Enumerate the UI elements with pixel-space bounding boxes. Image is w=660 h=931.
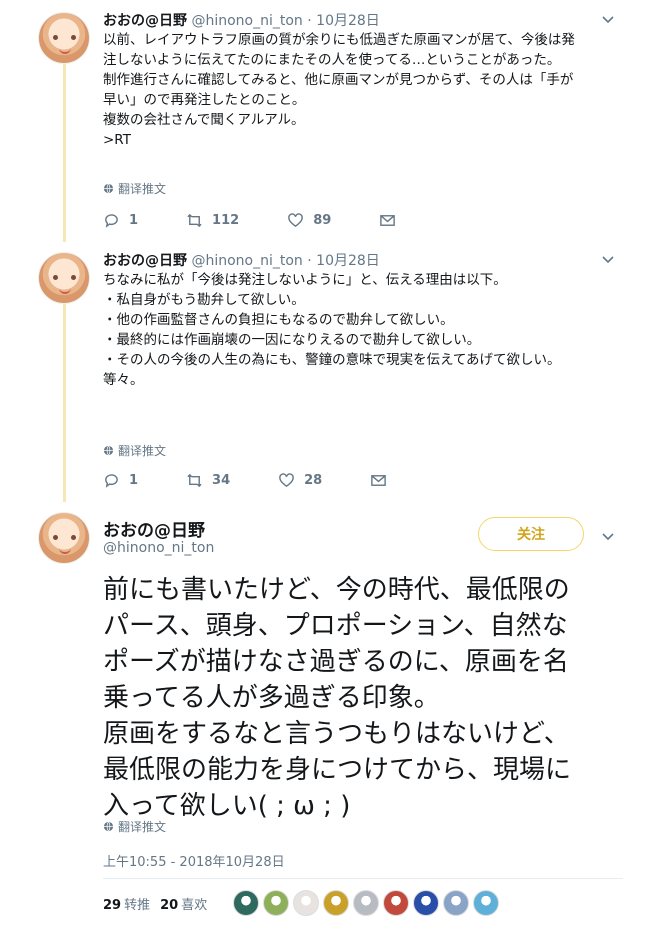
tweet-header: おおの@日野 @hinono_ni_ton · 10月28日 <box>103 10 380 30</box>
translate-link[interactable]: 翻译推文 <box>103 180 166 197</box>
retweet-stat-label: 转推 <box>124 898 151 913</box>
text-line: 最低限の能力を身につけてから、現場に <box>103 755 572 785</box>
retweet-stat[interactable]: 29 转推 <box>103 894 150 913</box>
liker-avatar[interactable] <box>263 890 289 916</box>
translate-link[interactable]: 翻译推文 <box>103 442 166 459</box>
engagement-stats: 29 转推 20 喜欢 <box>103 894 207 913</box>
liker-avatar[interactable] <box>473 890 499 916</box>
text-line: ・最終的には作画崩壊の一因になりえるので勘弁して欲しい。 <box>103 332 481 348</box>
text-line: 原画をするなと言うつもりはないけど、 <box>103 719 570 749</box>
translate-label: 翻译推文 <box>118 444 167 458</box>
retweet-icon <box>187 213 202 228</box>
text-line: ちなみに私が「今後は発注しないように」と、伝える理由は以下。 <box>103 272 507 288</box>
author-name[interactable]: おおの@日野 <box>103 253 187 269</box>
liker-avatar[interactable] <box>353 890 379 916</box>
text-line: 制作進行さんに確認してみると、他に原画マンが見つからず、その人は「手が <box>103 72 574 88</box>
author-handle[interactable]: @hinono_ni_ton <box>191 13 302 29</box>
text-line: ・その人の今後の人生の為にも、警鐘の意味で現実を伝えてあげて欲しい。 <box>103 352 561 368</box>
text-line: 入って欲しい( ; ω ; ) <box>103 791 351 821</box>
text-line: ポーズが描けなさ過ぎるのに、原画を名 <box>103 647 569 677</box>
text-line: 前にも書いたけど、今の時代、最低限の <box>103 575 570 605</box>
globe-icon <box>103 183 114 194</box>
text-line: 複数の会社さんで聞くアルアル。 <box>103 112 305 128</box>
author-name[interactable]: おおの@日野 <box>103 516 205 541</box>
text-line: 乗ってる人が多過ぎる印象。 <box>103 683 440 713</box>
reply-icon <box>105 214 118 228</box>
translate-label: 翻译推文 <box>118 182 167 196</box>
text-line: 早い」ので再発注したとのこと。 <box>103 92 306 108</box>
translate-label: 翻译推文 <box>118 820 167 834</box>
retweet-icon <box>187 473 202 488</box>
text-line: >RT <box>103 132 131 148</box>
divider <box>103 878 623 879</box>
like-count: 89 <box>313 213 332 228</box>
chevron-down-icon[interactable] <box>600 12 616 26</box>
message-button[interactable] <box>379 212 396 229</box>
text-line: 注しないように伝えてたのにまたその人を使ってる…ということがあった。 <box>103 52 561 68</box>
liker-avatar[interactable] <box>323 890 349 916</box>
reply-count: 1 <box>129 473 139 488</box>
retweet-total: 29 <box>103 898 122 913</box>
author-name[interactable]: おおの@日野 <box>103 13 187 29</box>
author-handle[interactable]: @hinono_ni_ton <box>103 540 214 556</box>
reply-button[interactable]: 1 <box>103 212 138 229</box>
retweet-button[interactable]: 112 <box>186 212 239 229</box>
avatar[interactable] <box>38 512 90 564</box>
retweet-count: 34 <box>212 473 231 488</box>
heart-icon <box>279 473 294 488</box>
reply-icon <box>105 474 118 488</box>
chevron-down-icon[interactable] <box>600 529 616 543</box>
tweet-actions: 1 112 89 <box>103 212 396 229</box>
separator: · <box>307 253 312 269</box>
text-line: 以前、レイアウトラフ原画の質が余りにも低過ぎた原画マンが居て、今後は発 <box>103 32 575 48</box>
tweet-1[interactable]: おおの@日野 @hinono_ni_ton · 10月28日 以前、レイアウトラ… <box>0 10 660 240</box>
tweet-text: 以前、レイアウトラフ原画の質が余りにも低過ぎた原画マンが居て、今後は発 注しない… <box>103 30 603 150</box>
tweet-header: おおの@日野 @hinono_ni_ton · 10月28日 <box>103 250 380 270</box>
reply-count: 1 <box>129 213 139 228</box>
tweet-date[interactable]: 10月28日 <box>316 253 380 269</box>
retweet-button[interactable]: 34 <box>186 472 230 489</box>
follow-button[interactable]: 关注 <box>478 517 584 551</box>
liker-avatar[interactable] <box>293 890 319 916</box>
text-line: ・私自身がもう勘弁して欲しい。 <box>103 292 305 308</box>
avatar[interactable] <box>38 252 90 304</box>
tweet-actions: 1 34 28 <box>103 472 387 489</box>
tweet-timestamp[interactable]: 上午10:55 - 2018年10月28日 <box>103 851 285 870</box>
liker-avatar[interactable] <box>413 890 439 916</box>
liker-avatar[interactable] <box>443 890 469 916</box>
liker-avatar[interactable] <box>233 890 259 916</box>
like-count: 28 <box>304 473 323 488</box>
envelope-icon <box>380 215 396 226</box>
tweet-text: 前にも書いたけど、今の時代、最低限の パース、頭身、プロポーション、自然な ポー… <box>103 572 643 824</box>
envelope-icon <box>371 475 387 486</box>
like-total: 20 <box>160 898 179 913</box>
like-stat-label: 喜欢 <box>181 898 208 913</box>
tweet-date[interactable]: 10月28日 <box>316 13 380 29</box>
text-line: ・他の作画監督さんの負担にもなるので勘弁して欲しい。 <box>103 312 454 328</box>
translate-link[interactable]: 翻译推文 <box>103 818 166 835</box>
globe-icon <box>103 445 114 456</box>
retweet-count: 112 <box>212 213 240 228</box>
liker-avatars <box>233 890 499 916</box>
like-stat[interactable]: 20 喜欢 <box>160 894 207 913</box>
reply-button[interactable]: 1 <box>103 472 138 489</box>
liker-avatar[interactable] <box>383 890 409 916</box>
separator: · <box>307 13 312 29</box>
like-button[interactable]: 28 <box>278 472 322 489</box>
globe-icon <box>103 821 114 832</box>
message-button[interactable] <box>370 472 387 489</box>
avatar[interactable] <box>38 12 90 64</box>
heart-icon <box>288 213 304 228</box>
tweet-text: ちなみに私が「今後は発注しないように」と、伝える理由は以下。 ・私自身がもう勘弁… <box>103 270 603 390</box>
author-handle[interactable]: @hinono_ni_ton <box>191 253 302 269</box>
chevron-down-icon[interactable] <box>600 252 616 266</box>
text-line: パース、頭身、プロポーション、自然な <box>103 611 568 641</box>
tweet-2[interactable]: おおの@日野 @hinono_ni_ton · 10月28日 ちなみに私が「今後… <box>0 250 660 500</box>
text-line: 等々。 <box>103 372 144 388</box>
like-button[interactable]: 89 <box>287 212 331 229</box>
